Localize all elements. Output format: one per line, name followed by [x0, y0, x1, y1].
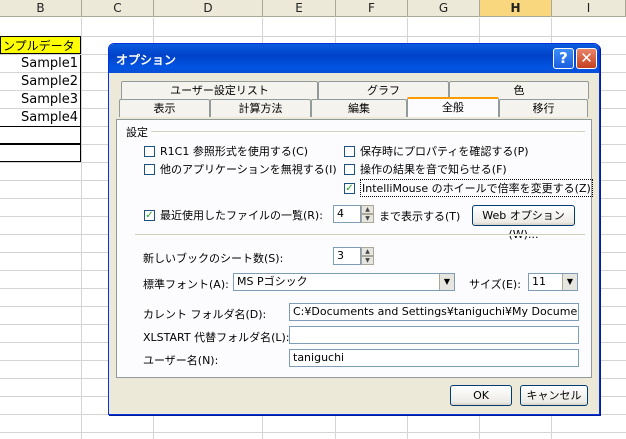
sample-cell[interactable]: Sample4: [0, 109, 81, 127]
close-icon[interactable]: ✕: [576, 48, 597, 69]
feedback-sound-label: 操作の結果を音で知らせる(F): [360, 163, 507, 176]
recent-files-suffix: まで表示する(T): [379, 210, 461, 223]
sample-cell[interactable]: Sample1: [0, 55, 81, 73]
web-options-button[interactable]: Web オプション(W)...: [472, 205, 575, 241]
font-select[interactable]: MS Pゴシック ▼: [233, 273, 455, 291]
title-cell[interactable]: ンプルデータ: [0, 36, 81, 54]
grid-line: [0, 432, 626, 433]
tab-calculation[interactable]: 計算方法: [210, 99, 311, 117]
checkbox-box[interactable]: [344, 163, 355, 175]
tab-custom-lists[interactable]: ユーザー設定リスト: [121, 81, 318, 99]
grid-line: [81, 18, 82, 439]
help-icon[interactable]: ?: [553, 48, 574, 69]
recent-files-checkbox[interactable]: ✓ 最近使用したファイルの一覧(R):: [144, 207, 323, 223]
spin-up-icon[interactable]: ▲: [361, 205, 374, 214]
default-folder-input[interactable]: C:¥Documents and Settings¥taniguchi¥My D…: [289, 303, 579, 321]
column-header-h[interactable]: H: [480, 0, 552, 17]
column-header-e[interactable]: E: [263, 0, 336, 17]
tab-edit[interactable]: 編集: [311, 99, 407, 117]
cancel-button[interactable]: キャンセル: [520, 385, 588, 406]
recent-files-label: 最近使用したファイルの一覧(R):: [160, 209, 323, 222]
prompt-properties-label: 保存時にプロパティを確認する(P): [360, 145, 529, 158]
sample-cell[interactable]: Sample3: [0, 91, 81, 109]
column-header-i[interactable]: I: [552, 0, 626, 17]
size-select[interactable]: 11 ▼: [528, 273, 578, 291]
chevron-down-icon[interactable]: ▼: [562, 274, 577, 290]
sheets-spinner[interactable]: ▲ ▼: [361, 247, 374, 265]
column-header-g[interactable]: G: [408, 0, 480, 17]
default-folder-label: カレント フォルダ名(D):: [143, 308, 267, 321]
font-select-value: MS Pゴシック: [237, 275, 308, 288]
xlstart-input[interactable]: [289, 326, 579, 344]
column-header-f[interactable]: F: [336, 0, 408, 17]
group-divider: [151, 131, 585, 133]
spin-down-icon[interactable]: ▼: [361, 256, 374, 265]
sheets-count-input[interactable]: 3: [333, 247, 361, 265]
tab-view[interactable]: 表示: [119, 99, 210, 117]
size-label: サイズ(E):: [469, 278, 521, 291]
username-input[interactable]: taniguchi: [289, 349, 579, 367]
checkbox-box[interactable]: [144, 145, 155, 157]
empty-bordered-cell[interactable]: [0, 144, 81, 162]
grid-line: [0, 36, 626, 37]
username-label: ユーザー名(N):: [143, 354, 219, 367]
r1c1-label: R1C1 参照形式を使用する(C): [160, 145, 309, 158]
ignore-apps-label: 他のアプリケーションを無視する(I): [160, 163, 337, 176]
column-header-b[interactable]: B: [0, 0, 82, 17]
column-header-c[interactable]: C: [82, 0, 154, 17]
recent-files-count-input[interactable]: 4: [333, 205, 361, 223]
general-tab-panel: 設定 R1C1 参照形式を使用する(C) 他のアプリケーションを無視する(I) …: [116, 119, 593, 378]
check-mark-icon[interactable]: ✓: [144, 209, 155, 221]
settings-group-label: 設定: [126, 126, 148, 139]
xlstart-label: XLSTART 代替フォルダ名(L):: [143, 331, 290, 344]
check-mark-icon[interactable]: ✓: [344, 182, 355, 194]
sample-cell[interactable]: Sample2: [0, 73, 81, 91]
tab-general[interactable]: 全般: [407, 97, 499, 117]
size-select-value: 11: [532, 275, 546, 288]
checkbox-box[interactable]: [344, 145, 355, 157]
intellimouse-checkbox[interactable]: ✓ IntelliMouse のホイールで倍率を変更する(Z): [344, 179, 593, 197]
section-divider: [135, 234, 585, 236]
chevron-down-icon[interactable]: ▼: [439, 274, 454, 290]
feedback-sound-checkbox[interactable]: 操作の結果を音で知らせる(F): [344, 161, 507, 177]
intellimouse-label: IntelliMouse のホイールで倍率を変更する(Z): [360, 179, 593, 197]
spin-down-icon[interactable]: ▼: [361, 214, 374, 223]
sheets-label: 新しいブックのシート数(S):: [143, 252, 284, 265]
recent-files-spinner[interactable]: ▲ ▼: [361, 205, 374, 223]
font-label: 標準フォント(A):: [143, 278, 229, 291]
empty-bordered-cell[interactable]: [0, 126, 81, 144]
ok-button[interactable]: OK: [450, 385, 512, 406]
options-dialog: オプション ? ✕ ユーザー設定リスト グラフ 色 表示 計算方法 編集 全般 …: [108, 43, 600, 415]
column-header-d[interactable]: D: [154, 0, 263, 17]
r1c1-checkbox[interactable]: R1C1 参照形式を使用する(C): [144, 143, 308, 159]
spin-up-icon[interactable]: ▲: [361, 247, 374, 256]
ignore-apps-checkbox[interactable]: 他のアプリケーションを無視する(I): [144, 161, 337, 177]
prompt-properties-checkbox[interactable]: 保存時にプロパティを確認する(P): [344, 143, 529, 159]
dialog-title: オプション: [116, 53, 177, 67]
tab-transition[interactable]: 移行: [499, 99, 588, 117]
dialog-titlebar[interactable]: オプション ? ✕: [109, 44, 599, 73]
checkbox-box[interactable]: [144, 163, 155, 175]
